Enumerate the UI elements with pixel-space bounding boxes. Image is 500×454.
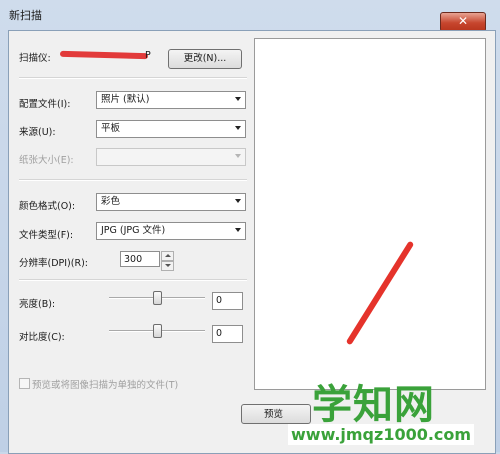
- chevron-down-icon: [235, 228, 241, 232]
- source-dropdown[interactable]: 平板: [96, 120, 246, 138]
- contrast-label: 对比度(C):: [19, 332, 65, 343]
- source-label: 来源(U):: [19, 127, 56, 138]
- paper-size-label: 纸张大小(E):: [19, 155, 74, 166]
- brightness-input[interactable]: 0: [212, 292, 243, 310]
- resolution-label: 分辨率(DPI)(R):: [19, 258, 88, 269]
- resolution-stepper[interactable]: [161, 251, 174, 271]
- brightness-slider-thumb[interactable]: [153, 291, 162, 305]
- chevron-down-icon: [235, 126, 241, 130]
- profile-value: 照片 (默认): [101, 94, 150, 105]
- scan-dialog-window: 新扫描 ✕ 扫描仪: P 更改(N)... 配置文件(I): 照片 (默认) 来…: [0, 0, 500, 454]
- separator: [19, 77, 247, 79]
- change-scanner-button[interactable]: 更改(N)...: [168, 49, 242, 69]
- color-format-value: 彩色: [101, 196, 121, 207]
- preview-pane: [254, 38, 486, 390]
- separator: [19, 179, 247, 181]
- close-button[interactable]: ✕: [440, 12, 486, 32]
- color-format-label: 颜色格式(O):: [19, 201, 76, 212]
- window-title: 新扫描: [9, 9, 42, 22]
- chevron-down-icon: [235, 199, 241, 203]
- watermark-url: www.jmqz1000.com: [288, 424, 475, 445]
- separator: [19, 279, 247, 281]
- contrast-input[interactable]: 0: [212, 325, 243, 343]
- color-format-dropdown[interactable]: 彩色: [96, 193, 246, 211]
- watermark: 学知网 www.jmqz1000.com: [282, 372, 500, 452]
- redaction-mark: [59, 50, 149, 60]
- separate-files-label: 预览或将图像扫描为单独的文件(T): [32, 380, 179, 391]
- source-value: 平板: [101, 123, 121, 134]
- watermark-text: 学知网: [312, 382, 435, 428]
- scanner-name-suffix: P: [145, 50, 151, 61]
- resolution-input[interactable]: 300: [120, 251, 160, 267]
- chevron-down-icon[interactable]: [161, 261, 174, 271]
- title-bar: 新扫描 ✕: [0, 0, 500, 32]
- file-type-label: 文件类型(F):: [19, 230, 74, 241]
- paper-size-dropdown: [96, 148, 246, 166]
- file-type-dropdown[interactable]: JPG (JPG 文件): [96, 222, 246, 240]
- scanner-label: 扫描仪:: [19, 53, 51, 64]
- chevron-down-icon: [235, 154, 241, 158]
- brightness-label: 亮度(B):: [19, 299, 56, 310]
- file-type-value: JPG (JPG 文件): [101, 225, 166, 236]
- profile-dropdown[interactable]: 照片 (默认): [96, 91, 246, 109]
- contrast-slider-thumb[interactable]: [153, 324, 162, 338]
- chevron-up-icon[interactable]: [161, 251, 174, 261]
- chevron-down-icon: [235, 97, 241, 101]
- separate-files-checkbox[interactable]: [19, 378, 30, 389]
- profile-label: 配置文件(I):: [19, 99, 71, 110]
